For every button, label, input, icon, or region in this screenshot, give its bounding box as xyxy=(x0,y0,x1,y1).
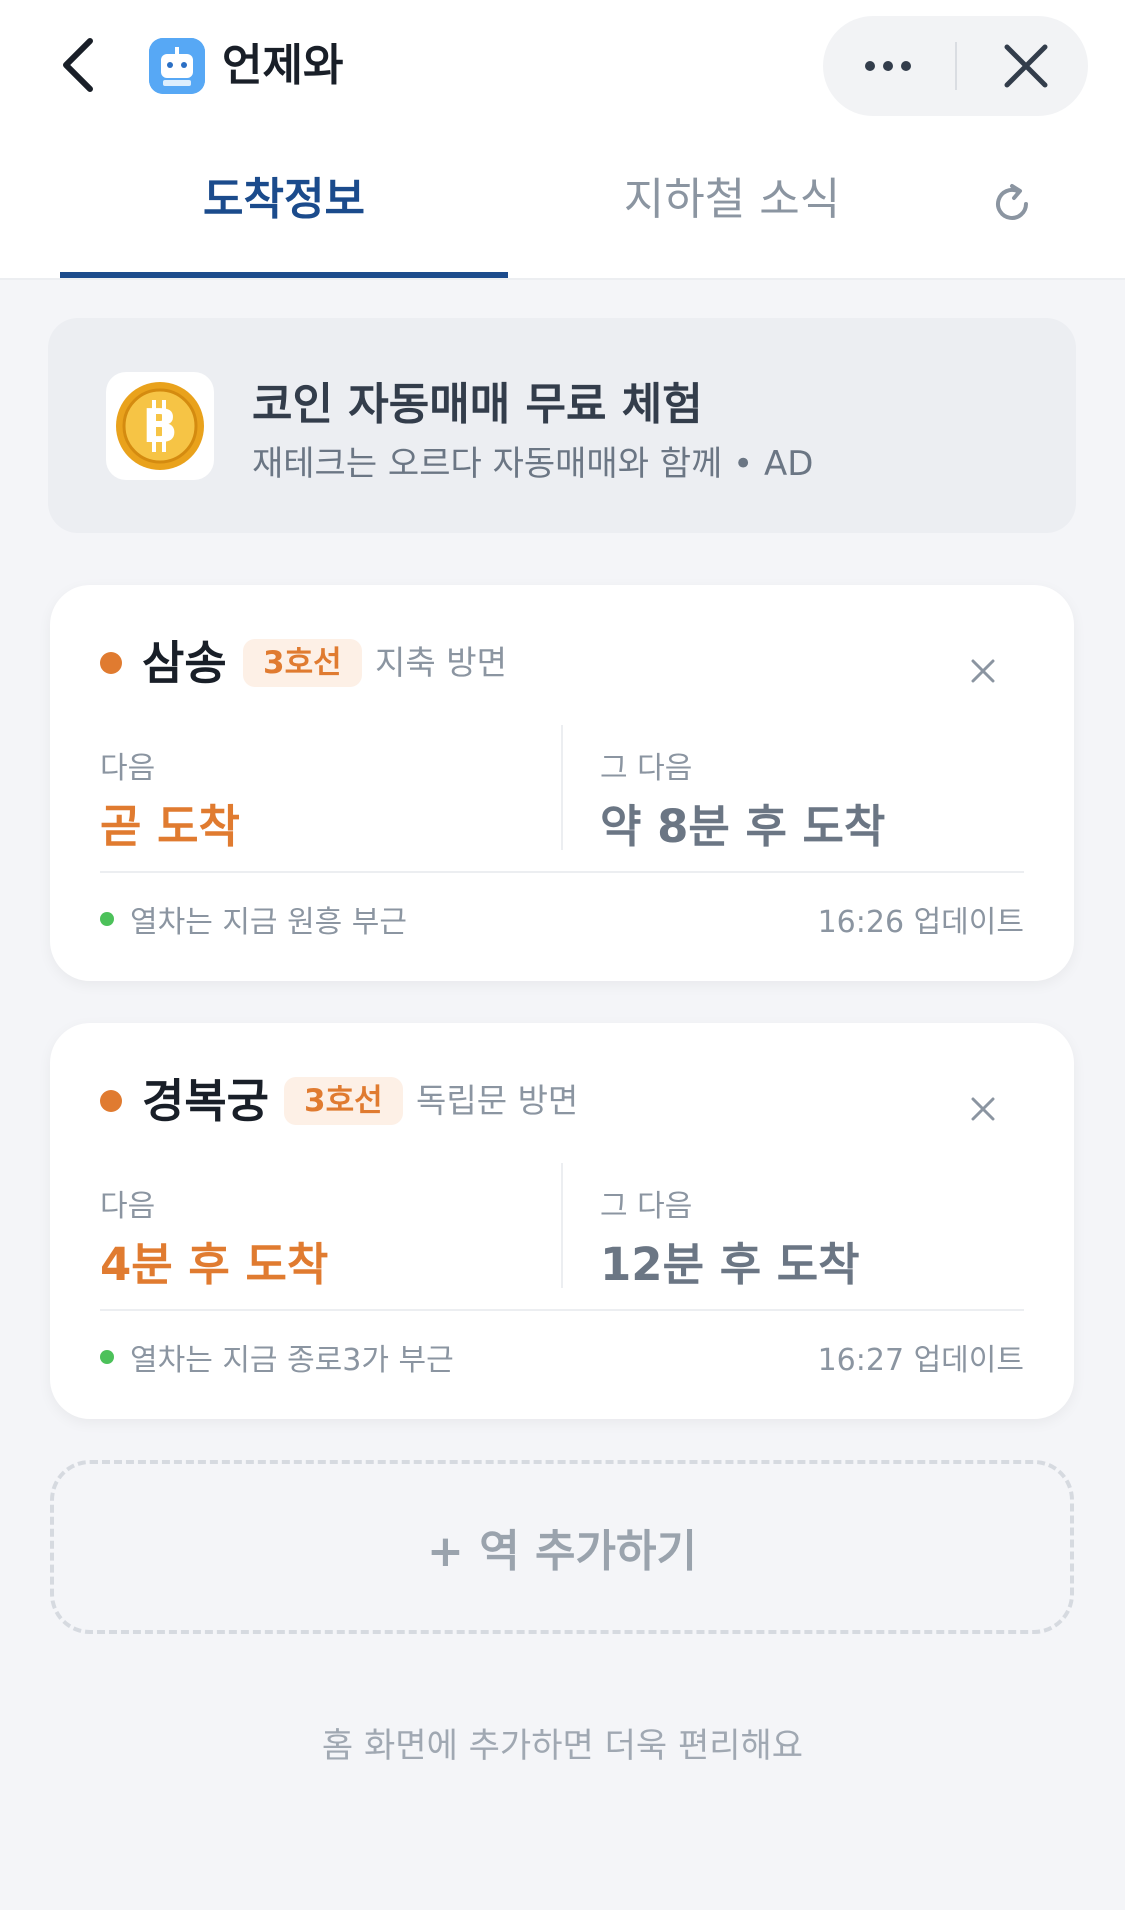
app-header: 언제와 도착정보 지하철 소식 xyxy=(0,0,1125,280)
tab-arrival-info[interactable]: 도착정보 xyxy=(60,160,508,240)
add-station-button[interactable]: + 역 추가하기 xyxy=(50,1460,1074,1634)
chevron-left-icon xyxy=(63,38,93,92)
capsule-divider xyxy=(955,42,957,90)
more-button[interactable] xyxy=(823,16,953,116)
ad-subtitle: 재테크는 오르다 자동매매와 함께 • AD xyxy=(252,444,814,484)
close-icon xyxy=(971,659,995,683)
next-arrival-value: 4분 후 도착 xyxy=(100,1238,329,1291)
line-color-dot xyxy=(100,652,122,674)
refresh-icon xyxy=(996,184,1028,220)
close-icon xyxy=(971,1097,995,1121)
svg-text:B: B xyxy=(142,399,177,453)
column-divider xyxy=(561,1163,563,1288)
after-arrival-value: 약 8분 후 도착 xyxy=(600,800,886,853)
live-status-dot xyxy=(100,912,114,926)
direction-text: 독립문 방면 xyxy=(416,1081,579,1120)
app-title: 언제와 xyxy=(222,40,344,91)
app-logo-icon xyxy=(149,38,205,94)
direction-text: 지축 방면 xyxy=(375,643,507,682)
mini-app-capsule xyxy=(823,16,1088,116)
card-divider xyxy=(100,1309,1024,1311)
tab-subway-news[interactable]: 지하철 소식 xyxy=(508,160,956,240)
remove-station-button[interactable] xyxy=(955,1081,1011,1137)
ad-banner[interactable]: B 코인 자동매매 무료 체험 재테크는 오르다 자동매매와 함께 • AD xyxy=(48,318,1076,533)
back-button[interactable] xyxy=(48,30,108,100)
next-label: 다음 xyxy=(100,751,156,786)
line-color-dot xyxy=(100,1090,122,1112)
updated-time: 16:26 업데이트 xyxy=(817,905,1024,940)
train-location-text: 열차는 지금 종로3가 부근 xyxy=(130,1343,454,1378)
add-station-label: + 역 추가하기 xyxy=(427,1526,697,1577)
ad-title: 코인 자동매매 무료 체험 xyxy=(252,379,703,430)
home-screen-hint[interactable]: 홈 화면에 추가하면 더욱 편리해요 xyxy=(0,1718,1125,1767)
train-location-text: 열차는 지금 원흥 부근 xyxy=(130,905,408,940)
live-status-dot xyxy=(100,1350,114,1364)
active-tab-indicator xyxy=(60,272,508,278)
after-label: 그 다음 xyxy=(600,751,693,786)
remove-station-button[interactable] xyxy=(955,643,1011,699)
station-name: 경복궁 xyxy=(142,1074,269,1128)
refresh-button[interactable] xyxy=(980,172,1044,236)
line-badge: 3호선 xyxy=(243,639,362,687)
after-label: 그 다음 xyxy=(600,1189,693,1224)
line-badge: 3호선 xyxy=(284,1077,403,1125)
more-horizontal-icon xyxy=(865,61,911,71)
next-label: 다음 xyxy=(100,1189,156,1224)
card-divider xyxy=(100,871,1024,873)
station-card[interactable]: 경복궁 3호선 독립문 방면 다음 4분 후 도착 그 다음 12분 후 도착 … xyxy=(50,1023,1074,1419)
close-icon xyxy=(1004,44,1047,88)
bitcoin-coin-icon: B xyxy=(106,372,214,480)
next-arrival-value: 곧 도착 xyxy=(100,800,240,853)
station-card[interactable]: 삼송 3호선 지축 방면 다음 곧 도착 그 다음 약 8분 후 도착 열차는 … xyxy=(50,585,1074,981)
station-name: 삼송 xyxy=(142,636,227,690)
updated-time: 16:27 업데이트 xyxy=(817,1343,1024,1378)
close-button[interactable] xyxy=(963,16,1088,116)
column-divider xyxy=(561,725,563,850)
after-arrival-value: 12분 후 도착 xyxy=(600,1238,860,1291)
